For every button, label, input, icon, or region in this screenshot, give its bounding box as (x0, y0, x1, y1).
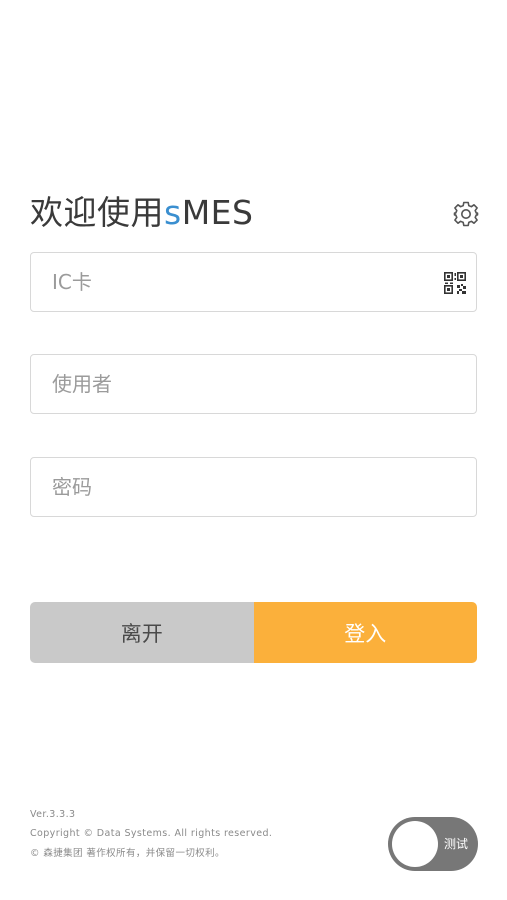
copyright-text: Copyright © Data Systems. All rights res… (30, 828, 273, 839)
title-suffix: MES (181, 193, 254, 232)
login-button[interactable]: 登入 (253, 602, 477, 663)
gear-icon (453, 201, 479, 227)
leave-button[interactable]: 离开 (30, 602, 254, 663)
toggle-label: 测试 (443, 837, 468, 851)
title-accent: s (164, 193, 182, 232)
settings-button[interactable] (451, 199, 481, 229)
page-title: 欢迎使用sMES (30, 191, 253, 235)
qr-code-icon (444, 272, 466, 294)
title-prefix: 欢迎使用 (30, 193, 164, 232)
ic-card-input[interactable] (31, 253, 476, 311)
password-input[interactable] (31, 458, 476, 516)
version-text: Ver.3.3.3 (30, 809, 76, 820)
username-input[interactable] (31, 355, 476, 413)
rights-text: © 森捷集团 著作权所有，并保留一切权利。 (30, 848, 225, 859)
username-field (30, 354, 477, 414)
toggle-knob (392, 821, 438, 867)
qr-scan-button[interactable] (443, 271, 467, 295)
password-field (30, 457, 477, 517)
test-mode-toggle[interactable]: 测试 (388, 817, 478, 871)
ic-card-field (30, 252, 477, 312)
action-buttons: 离开 登入 (30, 602, 477, 663)
